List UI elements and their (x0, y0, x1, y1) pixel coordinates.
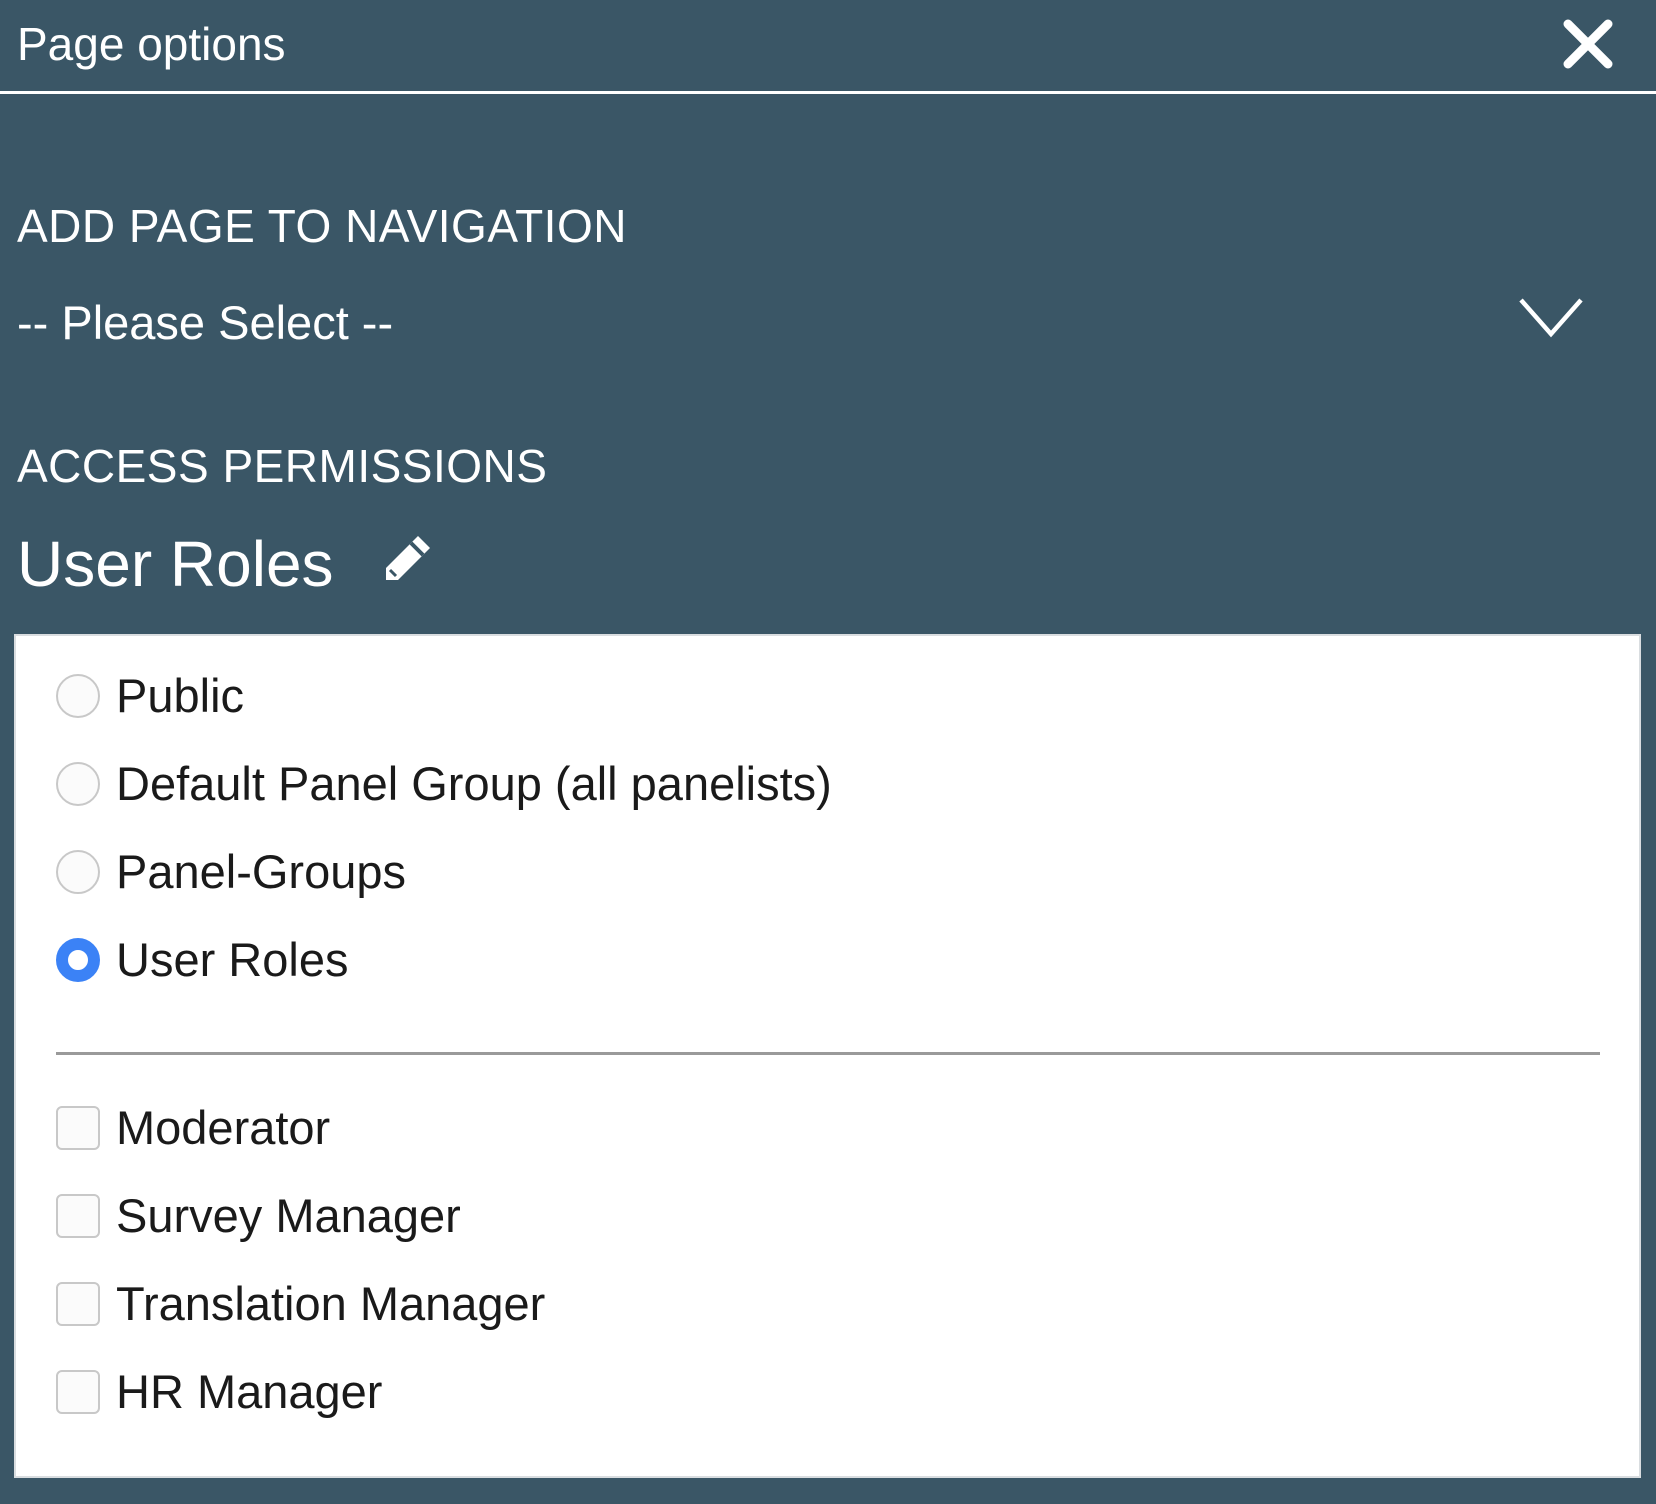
close-button[interactable] (1560, 16, 1616, 72)
checkbox[interactable] (56, 1194, 100, 1238)
page-title: Page options (17, 18, 286, 70)
role-label: HR Manager (116, 1365, 383, 1418)
access-option-user-roles[interactable]: User Roles (56, 930, 348, 990)
pencil-icon (386, 536, 430, 580)
permissions-title: User Roles (17, 528, 334, 600)
radio-button[interactable] (56, 850, 100, 894)
permissions-section-label: ACCESS PERMISSIONS (17, 440, 548, 492)
role-label: Moderator (116, 1101, 331, 1154)
permissions-panel: Public Default Panel Group (all panelist… (14, 634, 1641, 1478)
checkbox[interactable] (56, 1370, 100, 1414)
access-option-label: Public (116, 669, 245, 722)
access-option-label: Default Panel Group (all panelists) (116, 757, 832, 810)
divider (56, 1052, 1600, 1055)
navigation-select[interactable]: -- Please Select -- (17, 290, 1597, 356)
access-option-default-panel-group[interactable]: Default Panel Group (all panelists) (56, 754, 832, 814)
radio-button-selected[interactable] (56, 938, 100, 982)
access-option-public[interactable]: Public (56, 666, 244, 726)
role-translation-manager[interactable]: Translation Manager (56, 1274, 545, 1334)
checkbox[interactable] (56, 1106, 100, 1150)
chevron-down-icon (1519, 298, 1583, 338)
radio-button[interactable] (56, 674, 100, 718)
radio-button[interactable] (56, 762, 100, 806)
role-label: Translation Manager (116, 1277, 546, 1330)
role-moderator[interactable]: Moderator (56, 1098, 330, 1158)
header-bar: Page options (0, 0, 1656, 94)
access-option-label: User Roles (116, 933, 349, 986)
checkbox[interactable] (56, 1282, 100, 1326)
role-hr-manager[interactable]: HR Manager (56, 1362, 382, 1422)
access-option-panel-groups[interactable]: Panel-Groups (56, 842, 406, 902)
role-survey-manager[interactable]: Survey Manager (56, 1186, 461, 1246)
navigation-select-value: -- Please Select -- (17, 296, 394, 349)
access-option-label: Panel-Groups (116, 845, 406, 898)
close-icon (1563, 19, 1613, 69)
edit-permissions-button[interactable] (380, 530, 436, 586)
navigation-section-label: ADD PAGE TO NAVIGATION (17, 200, 627, 252)
role-label: Survey Manager (116, 1189, 461, 1242)
